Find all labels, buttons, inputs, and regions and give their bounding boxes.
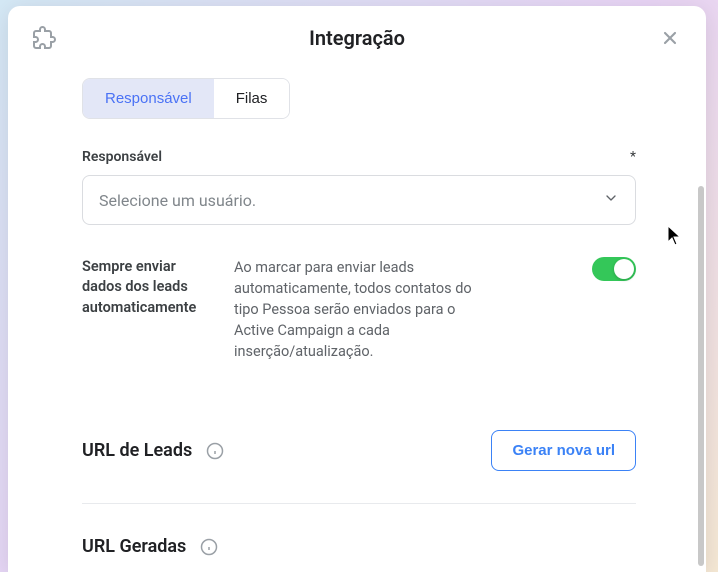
generated-url-title: URL Geradas bbox=[82, 536, 186, 557]
scrollbar[interactable] bbox=[698, 186, 704, 566]
auto-send-label: Sempre enviar dados dos leads automatica… bbox=[82, 257, 214, 318]
tab-queues[interactable]: Filas bbox=[214, 79, 290, 118]
chevron-down-icon bbox=[603, 190, 619, 210]
responsible-group: Responsável * Selecione um usuário. bbox=[82, 149, 636, 225]
close-button[interactable] bbox=[658, 26, 682, 50]
modal-content: Responsável Filas Responsável * Selecion… bbox=[8, 70, 706, 572]
leads-url-section: URL de Leads Gerar nova url bbox=[82, 410, 636, 491]
generated-url-section: URL Geradas bbox=[82, 516, 636, 572]
auto-send-toggle[interactable] bbox=[592, 257, 636, 281]
required-indicator: * bbox=[630, 149, 636, 165]
integration-modal: Integração Responsável Filas Responsável… bbox=[8, 6, 706, 572]
auto-send-row: Sempre enviar dados dos leads automatica… bbox=[82, 257, 636, 362]
generate-url-button[interactable]: Gerar nova url bbox=[491, 430, 636, 471]
label-row: Responsável * bbox=[82, 149, 636, 165]
modal-header: Integração bbox=[8, 6, 706, 70]
select-placeholder: Selecione um usuário. bbox=[99, 191, 256, 210]
toggle-knob bbox=[614, 259, 634, 279]
info-icon[interactable] bbox=[206, 442, 224, 460]
puzzle-icon bbox=[32, 26, 56, 50]
tab-responsible[interactable]: Responsável bbox=[83, 79, 214, 118]
info-icon[interactable] bbox=[200, 538, 218, 556]
responsible-label: Responsável bbox=[82, 149, 162, 165]
section-left: URL de Leads bbox=[82, 440, 224, 461]
responsible-select[interactable]: Selecione um usuário. bbox=[82, 175, 636, 225]
leads-url-title: URL de Leads bbox=[82, 440, 192, 461]
auto-send-description: Ao marcar para enviar leads automaticame… bbox=[234, 257, 494, 362]
divider bbox=[82, 503, 636, 504]
modal-title: Integração bbox=[8, 26, 706, 50]
tabs: Responsável Filas bbox=[82, 78, 290, 119]
section-left: URL Geradas bbox=[82, 536, 218, 557]
